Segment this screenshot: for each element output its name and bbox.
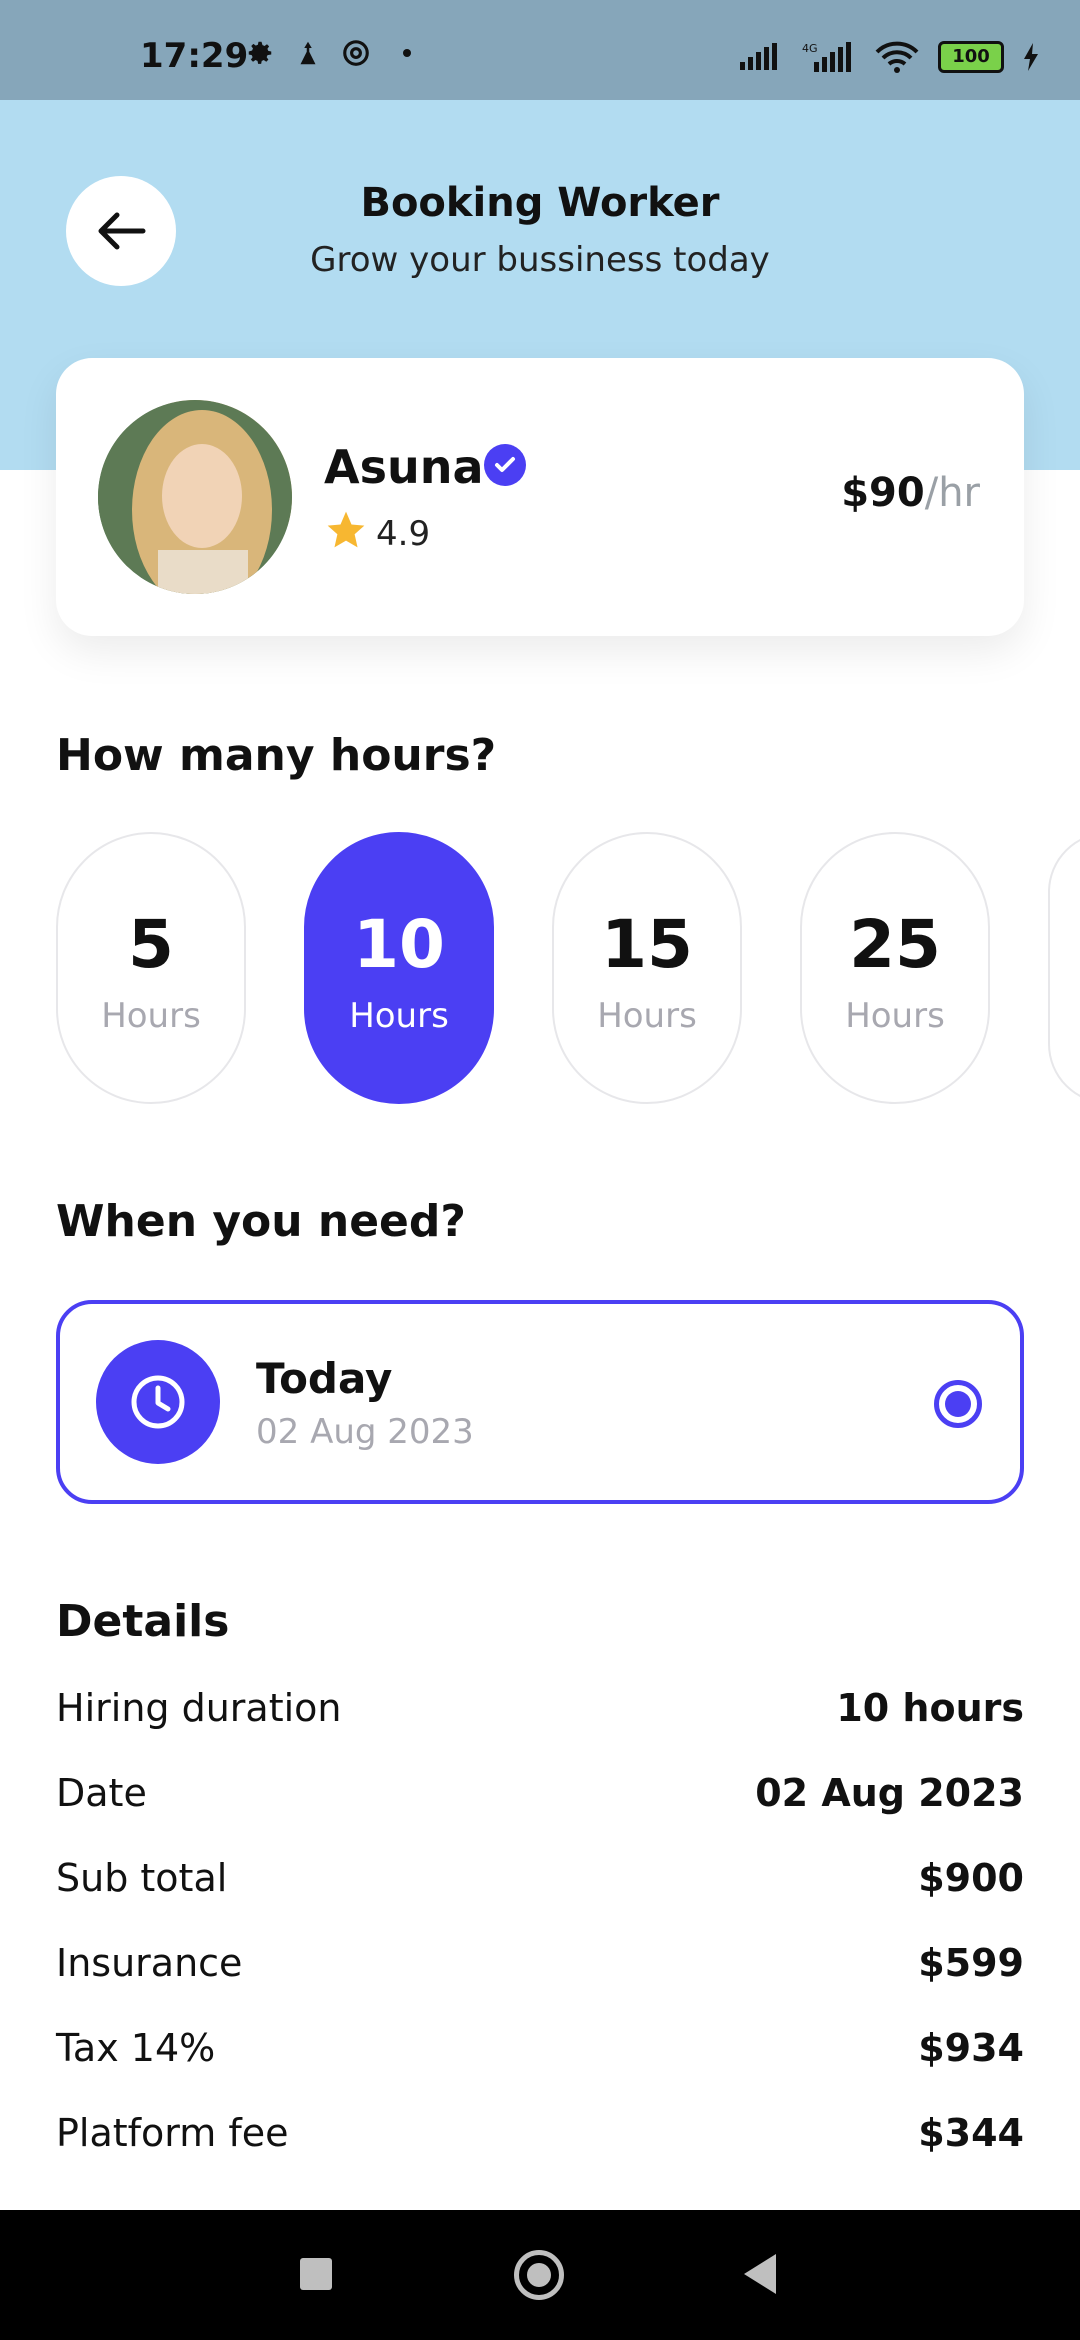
detail-value: $344	[918, 2111, 1024, 2155]
detail-value: 10 hours	[836, 1686, 1024, 1730]
hours-section-title: How many hours?	[56, 730, 497, 781]
detail-row-insurance: Insurance $599	[56, 1941, 1024, 2001]
person-icon	[300, 41, 316, 65]
hour-value: 15	[601, 906, 693, 983]
status-bar: 17:29 4G 100	[0, 0, 1080, 100]
settings-icon	[248, 41, 272, 64]
worker-price: $90/hr	[841, 470, 980, 516]
page-subtitle: Grow your bussiness today	[310, 240, 770, 280]
worker-rating: 4.9	[376, 514, 431, 554]
battery-indicator: 100	[938, 41, 1004, 73]
status-system-icons: 4G 100	[738, 40, 1040, 74]
hour-label: Hours	[349, 996, 449, 1036]
detail-label: Sub total	[56, 1856, 228, 1900]
hour-label: Hours	[845, 996, 945, 1036]
hour-option-10[interactable]: 10 Hours	[304, 832, 494, 1104]
detail-label: Date	[56, 1771, 147, 1815]
date-radio-selected[interactable]	[934, 1380, 982, 1428]
price-amount: $90	[841, 470, 925, 516]
detail-label: Hiring duration	[56, 1686, 342, 1730]
signal-icon	[740, 43, 777, 70]
hour-value: 5	[128, 906, 174, 983]
detail-row-tax: Tax 14% $934	[56, 2026, 1024, 2086]
price-unit: /hr	[924, 470, 980, 516]
hour-value: 25	[849, 906, 941, 983]
detail-value: $599	[918, 1941, 1024, 1985]
radio-dot	[945, 1391, 971, 1417]
detail-value: $934	[918, 2026, 1024, 2070]
hours-options: 5 Hours 10 Hours 15 Hours 25 Hours	[56, 832, 1080, 1104]
back-nav-button[interactable]	[744, 2254, 776, 2294]
detail-value: 02 Aug 2023	[755, 1771, 1024, 1815]
status-time: 17:29	[140, 36, 249, 76]
more-notifications-dot	[403, 49, 411, 57]
worker-name: Asuna	[324, 440, 484, 494]
hour-option-5[interactable]: 5 Hours	[56, 832, 246, 1104]
home-icon	[527, 2263, 551, 2287]
hour-label: Hours	[101, 996, 201, 1036]
charging-icon	[1024, 43, 1038, 71]
page-title: Booking Worker	[360, 180, 720, 226]
detail-label: Platform fee	[56, 2111, 289, 2155]
star-icon	[327, 511, 365, 548]
date-option-today[interactable]: Today 02 Aug 2023	[56, 1300, 1024, 1504]
detail-value: $900	[918, 1856, 1024, 1900]
hour-label: Hours	[597, 996, 697, 1036]
hour-option-partial[interactable]	[1048, 832, 1080, 1104]
detail-row-sub-total: Sub total $900	[56, 1856, 1024, 1916]
hour-option-15[interactable]: 15 Hours	[552, 832, 742, 1104]
detail-label: Tax 14%	[56, 2026, 216, 2070]
hour-option-25[interactable]: 25 Hours	[800, 832, 990, 1104]
hour-value: 10	[353, 906, 445, 983]
date-option-date: 02 Aug 2023	[256, 1412, 474, 1452]
check-badge-icon	[484, 444, 526, 486]
signal-4g-icon: 4G	[802, 42, 851, 72]
at-sign-icon	[343, 40, 369, 66]
worker-avatar	[98, 400, 292, 594]
recent-apps-button[interactable]	[300, 2258, 332, 2290]
detail-row-platform-fee: Platform fee $344	[56, 2111, 1024, 2171]
svg-text:4G: 4G	[802, 42, 818, 55]
worker-card[interactable]: Asuna 4.9 $90/hr	[56, 358, 1024, 636]
wifi-icon	[875, 41, 919, 73]
avatar-image	[98, 400, 292, 594]
date-option-label: Today	[256, 1354, 393, 1403]
details-title: Details	[56, 1596, 230, 1647]
status-notification-icons	[245, 38, 411, 68]
when-section-title: When you need?	[56, 1196, 466, 1247]
clock-icon	[96, 1340, 220, 1464]
system-navigation-bar	[0, 2210, 1080, 2340]
detail-row-date: Date 02 Aug 2023	[56, 1771, 1024, 1831]
detail-row-hiring-duration: Hiring duration 10 hours	[56, 1686, 1024, 1746]
home-button[interactable]	[514, 2250, 564, 2300]
detail-label: Insurance	[56, 1941, 243, 1985]
